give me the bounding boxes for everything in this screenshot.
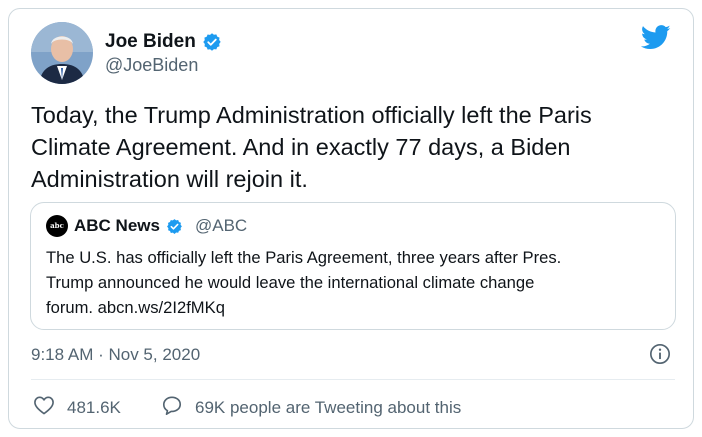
author-name-row[interactable]: Joe Biden bbox=[105, 31, 222, 53]
verified-badge-icon bbox=[202, 32, 222, 52]
quoted-author-name[interactable]: ABC News bbox=[74, 216, 160, 236]
conversation-link[interactable]: 69K people are Tweeting about this bbox=[161, 395, 461, 421]
tweet-timestamp[interactable]: 9:18 AM · Nov 5, 2020 bbox=[31, 345, 200, 365]
twitter-bird-icon[interactable] bbox=[640, 25, 671, 55]
tweet-text: Today, the Trump Administration official… bbox=[31, 102, 592, 192]
avatar[interactable] bbox=[31, 22, 93, 84]
quoted-author-handle[interactable]: @ABC bbox=[195, 216, 247, 236]
verified-badge-icon bbox=[166, 218, 183, 235]
info-icon[interactable] bbox=[649, 343, 671, 370]
speech-bubble-icon bbox=[161, 395, 183, 421]
like-button[interactable]: 481.6K bbox=[33, 395, 121, 420]
author-name[interactable]: Joe Biden bbox=[105, 31, 196, 53]
tweet-card[interactable]: Joe Biden @JoeBiden Today, the Trump Adm… bbox=[8, 8, 694, 429]
quoted-avatar[interactable]: abc NEWS bbox=[46, 215, 71, 252]
author-handle[interactable]: @JoeBiden bbox=[105, 55, 198, 76]
divider bbox=[31, 379, 675, 380]
like-count: 481.6K bbox=[67, 397, 121, 417]
heart-icon bbox=[33, 395, 55, 420]
quoted-tweet[interactable]: abc NEWS ABC News @ABC The U.S. has offi… bbox=[30, 202, 676, 330]
conversation-text: 69K people are Tweeting about this bbox=[195, 398, 462, 417]
quoted-tweet-text: The U.S. has officially left the Paris A… bbox=[46, 248, 562, 317]
